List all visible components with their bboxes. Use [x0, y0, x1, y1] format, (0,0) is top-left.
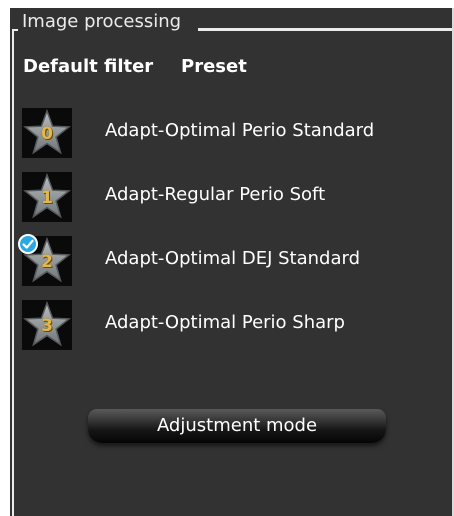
- preset-row-2[interactable]: 2 Adapt-Optimal DEJ Standard: [18, 234, 442, 286]
- preset-label[interactable]: Adapt-Regular Perio Soft: [105, 184, 325, 206]
- preset-header: Preset: [181, 56, 247, 77]
- preset-number: 1: [41, 188, 53, 208]
- group-frame-top-left-edge: [12, 29, 18, 31]
- preset-label[interactable]: Adapt-Optimal DEJ Standard: [105, 248, 360, 270]
- preset-label[interactable]: Adapt-Optimal Perio Standard: [105, 120, 374, 142]
- adjustment-mode-button[interactable]: Adjustment mode: [88, 409, 386, 443]
- group-title: Image processing: [22, 11, 182, 32]
- default-check-icon: [18, 234, 38, 254]
- preset-row-1[interactable]: 1 Adapt-Regular Perio Soft: [22, 172, 442, 222]
- preset-row-3[interactable]: 3 Adapt-Optimal Perio Sharp: [22, 300, 442, 350]
- group-frame-top-edge: [198, 28, 452, 31]
- star-icon[interactable]: 2: [18, 234, 72, 286]
- preset-number: 3: [41, 316, 53, 336]
- default-filter-header: Default filter: [23, 56, 154, 77]
- image-processing-panel: Image processing Default filter Preset 0…: [10, 8, 454, 516]
- preset-row-0[interactable]: 0 Adapt-Optimal Perio Standard: [22, 108, 442, 158]
- preset-number: 0: [41, 124, 53, 144]
- star-icon[interactable]: 3: [22, 300, 72, 350]
- star-icon[interactable]: 1: [22, 172, 72, 222]
- preset-label[interactable]: Adapt-Optimal Perio Sharp: [105, 312, 345, 334]
- group-frame-left-edge: [12, 30, 14, 516]
- star-icon[interactable]: 0: [22, 108, 72, 158]
